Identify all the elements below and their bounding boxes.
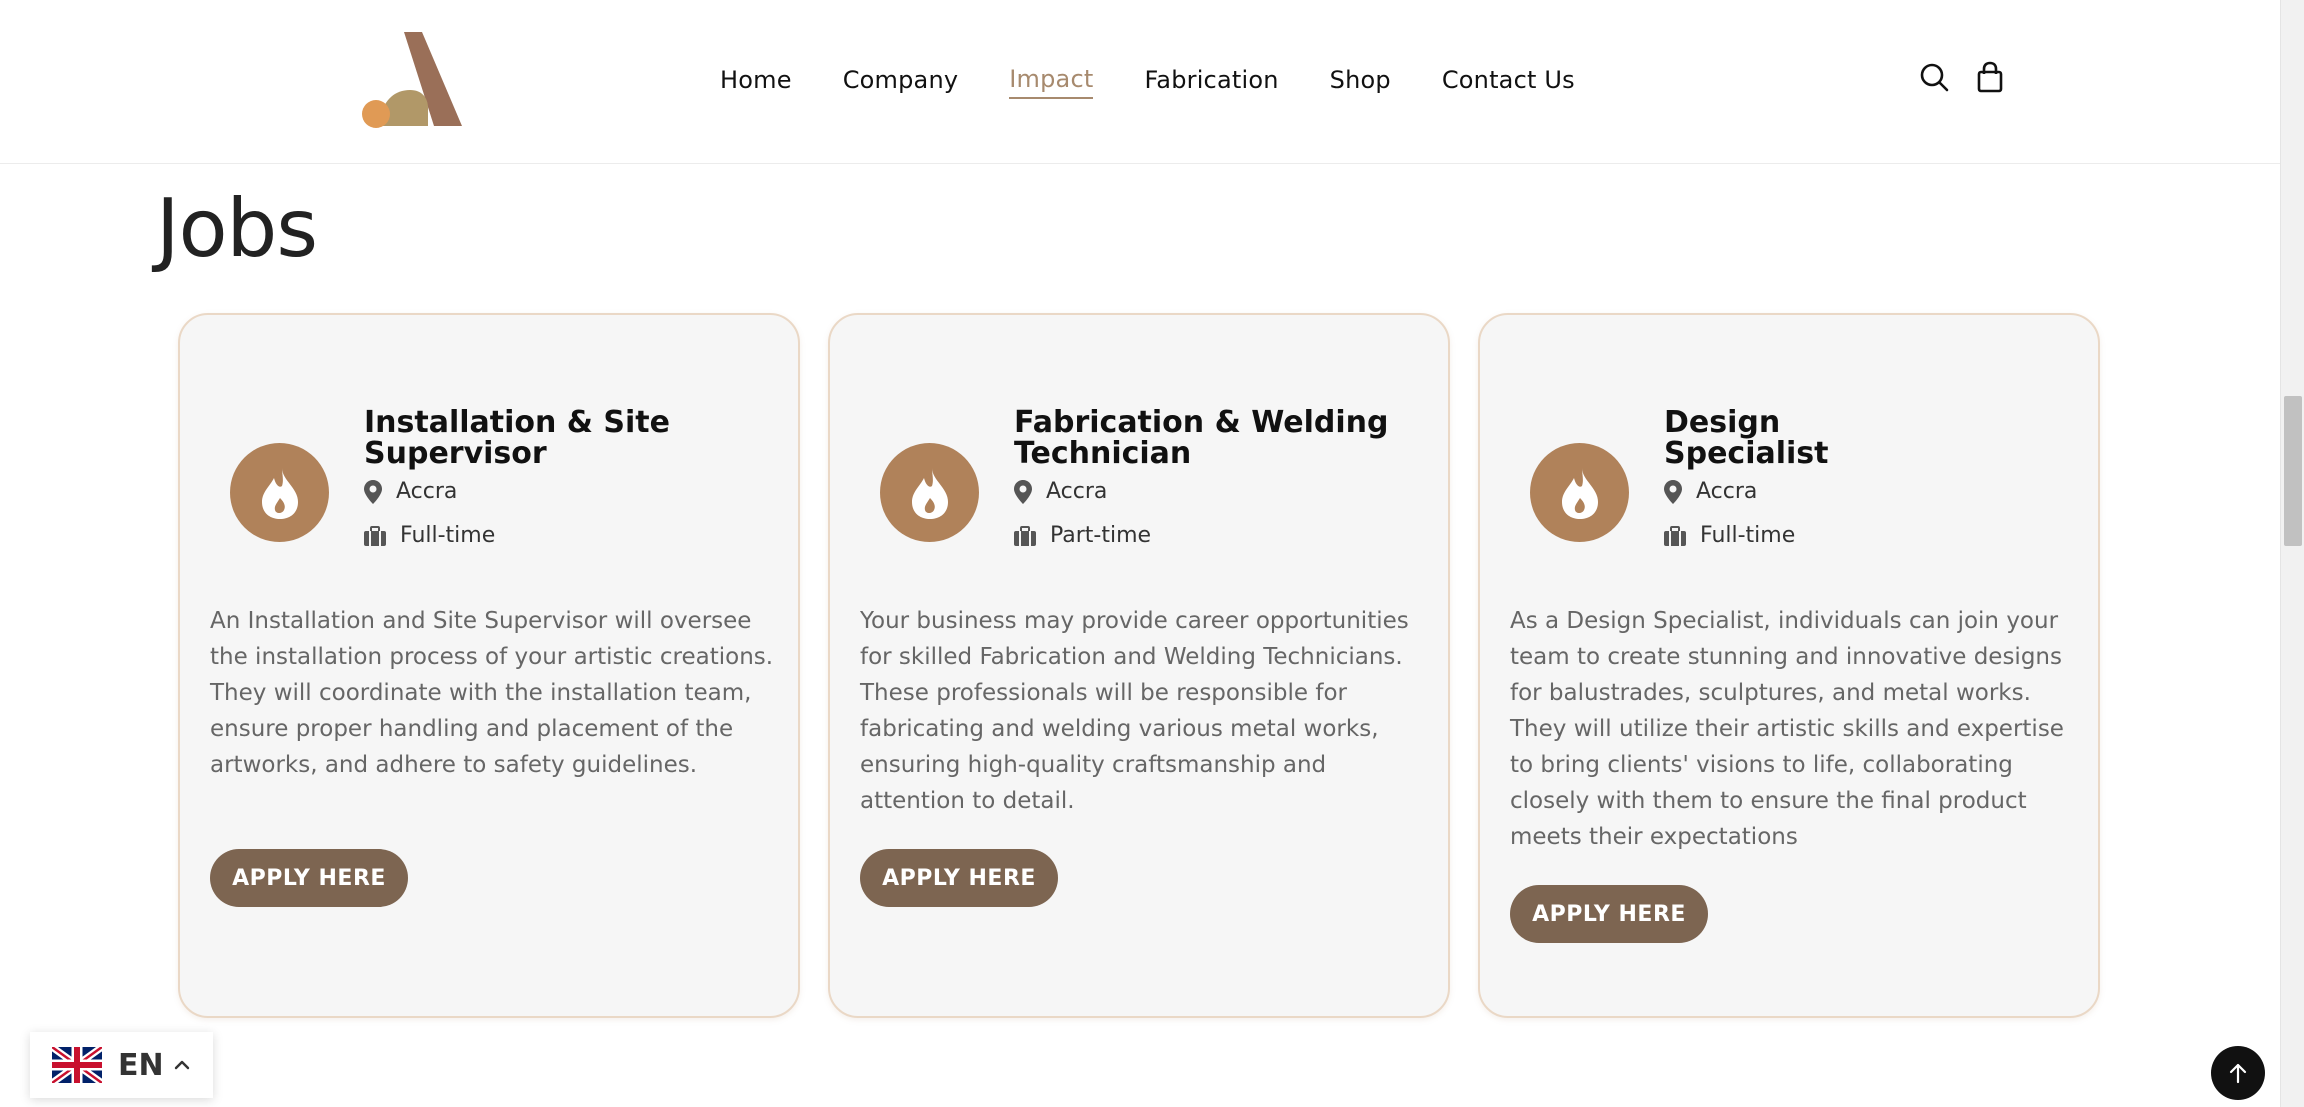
job-card: Design Specialist Accra Full-time As a D…: [1478, 313, 2100, 1018]
nav-home[interactable]: Home: [720, 66, 792, 98]
job-type: Full-time: [364, 523, 495, 548]
shopping-bag-icon[interactable]: [1973, 60, 2007, 94]
job-type-text: Full-time: [1700, 523, 1796, 548]
main-nav: Home Company Impact Fabrication Shop Con…: [720, 60, 1626, 104]
briefcase-icon: [1664, 525, 1686, 546]
job-location: Accra: [1664, 479, 1757, 504]
search-icon[interactable]: [1917, 60, 1951, 94]
job-location-text: Accra: [396, 479, 458, 504]
brand-logo[interactable]: [362, 32, 462, 130]
job-description: As a Design Specialist, individuals can …: [1510, 608, 2064, 850]
job-title: Installation & Site Supervisor: [364, 405, 670, 471]
job-card: Fabrication & Welding Technician Accra P…: [828, 313, 1450, 1018]
job-card: Installation & Site Supervisor Accra Ful…: [178, 313, 800, 1018]
uk-flag-icon: [52, 1047, 102, 1083]
apply-here-button[interactable]: APPLY HERE: [1510, 885, 1708, 943]
map-pin-icon: [364, 479, 382, 504]
job-location: Accra: [364, 479, 457, 504]
flame-icon: [880, 443, 979, 542]
job-type-text: Part-time: [1050, 523, 1152, 548]
flame-icon: [1530, 443, 1629, 542]
language-code: EN: [118, 1047, 164, 1083]
arrow-up-icon: [2229, 1063, 2247, 1084]
job-type: Full-time: [1664, 523, 1795, 548]
job-title: Design Specialist: [1664, 405, 1829, 471]
page-scrollbar[interactable]: [2280, 0, 2304, 1107]
apply-here-button[interactable]: APPLY HERE: [860, 849, 1058, 907]
flame-icon: [230, 443, 329, 542]
briefcase-icon: [364, 525, 386, 546]
job-type-text: Full-time: [400, 523, 496, 548]
job-title: Fabrication & Welding Technician: [1014, 405, 1389, 471]
site-header: Home Company Impact Fabrication Shop Con…: [0, 0, 2280, 164]
nav-company[interactable]: Company: [843, 66, 959, 98]
scrollbar-thumb[interactable]: [2284, 396, 2302, 546]
job-location-text: Accra: [1046, 479, 1108, 504]
nav-shop[interactable]: Shop: [1330, 66, 1391, 98]
map-pin-icon: [1014, 479, 1032, 504]
nav-fabrication[interactable]: Fabrication: [1144, 66, 1278, 98]
back-to-top-button[interactable]: [2211, 1046, 2265, 1100]
logo-mark-icon: [362, 32, 462, 128]
briefcase-icon: [1014, 525, 1036, 546]
job-location: Accra: [1014, 479, 1107, 504]
job-location-text: Accra: [1696, 479, 1758, 504]
job-type: Part-time: [1014, 523, 1151, 548]
page-title: Jobs: [156, 182, 318, 275]
map-pin-icon: [1664, 479, 1682, 504]
apply-here-button[interactable]: APPLY HERE: [210, 849, 408, 907]
job-description: An Installation and Site Supervisor will…: [210, 608, 774, 778]
nav-contact-us[interactable]: Contact Us: [1442, 66, 1575, 98]
nav-impact[interactable]: Impact: [1009, 65, 1094, 99]
job-description: Your business may provide career opportu…: [860, 608, 1409, 814]
chevron-up-icon: [174, 1060, 189, 1070]
language-switcher[interactable]: EN: [30, 1032, 213, 1098]
